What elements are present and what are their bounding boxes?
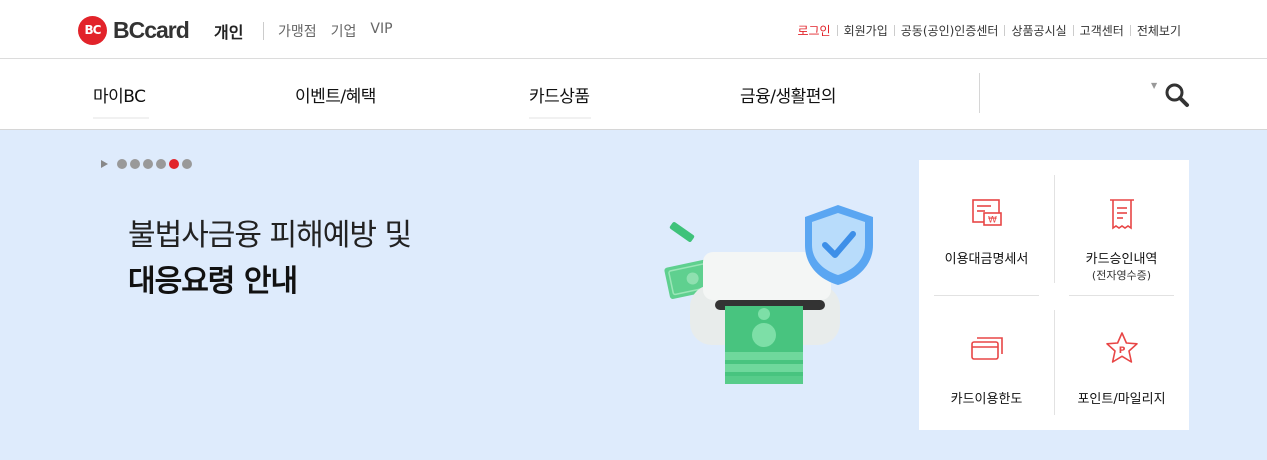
pager-dot[interactable]: [117, 159, 127, 169]
gnb-underline: [93, 117, 149, 119]
pager-dot[interactable]: [156, 159, 166, 169]
certificate-center-link[interactable]: 공동(공인)인증센터: [901, 22, 999, 39]
card-limit-icon: [969, 330, 1005, 366]
utility-links: 로그인 회원가입 공동(공인)인증센터 상품공시실 고객센터 전체보기: [797, 22, 1181, 39]
gnb-underline: [529, 117, 591, 119]
gnb-item-finance[interactable]: 금융/생활편의: [740, 82, 837, 107]
gnb-item-mybc[interactable]: 마이BC: [93, 82, 149, 119]
customer-center-link[interactable]: 고객센터: [1080, 22, 1124, 39]
quick-menu-panel: ₩ 이용대금명세서 카드승인내역 (전자영수증) 카드이용한도 P 포인트/마일…: [919, 160, 1189, 430]
gnb-label: 금융/생활편의: [740, 87, 837, 107]
receipt-icon: [1104, 196, 1140, 232]
pager-dot[interactable]: [143, 159, 153, 169]
signup-link[interactable]: 회원가입: [844, 22, 888, 39]
global-nav: 마이BC 이벤트/혜택 카드상품 금융/생활편의 ▼: [0, 59, 1267, 130]
gnb-label: 카드상품: [529, 87, 590, 107]
top-bar: BC BCcard 개인 가맹점 기업 VIP 로그인 회원가입 공동(공인)인…: [0, 0, 1267, 59]
quick-item-label: 카드이용한도: [950, 392, 1023, 407]
svg-text:₩: ₩: [988, 216, 997, 226]
product-disclosure-link[interactable]: 상품공시실: [1011, 22, 1066, 39]
svg-text:P: P: [1118, 346, 1125, 356]
site-link-corporate[interactable]: 기업: [331, 21, 357, 41]
chevron-down-icon[interactable]: ▼: [1151, 81, 1157, 90]
search-icon[interactable]: [1164, 82, 1190, 108]
gnb-label: 마이BC: [93, 87, 146, 107]
hero-headline-bold[interactable]: 대응요령 안내: [128, 256, 298, 300]
site-link-merchant[interactable]: 가맹점: [278, 21, 317, 41]
bccard-logo[interactable]: BC BCcard: [78, 15, 190, 45]
view-all-link[interactable]: 전체보기: [1137, 22, 1181, 39]
bc-logo-text: BCcard: [113, 16, 190, 43]
divider: [263, 22, 264, 40]
divider: [1004, 25, 1006, 36]
money-printer-illustration: [655, 200, 890, 395]
divider: [1072, 25, 1074, 36]
point-star-icon: P: [1104, 330, 1140, 366]
divider: [979, 73, 980, 113]
site-links: 가맹점 기업 VIP: [278, 21, 393, 41]
pager-dot[interactable]: [182, 159, 192, 169]
divider: [893, 25, 895, 36]
divider: [836, 25, 838, 36]
hero-headline[interactable]: 불법사금융 피해예방 및: [128, 210, 412, 254]
divider: [1129, 25, 1131, 36]
pager-dot-active[interactable]: [169, 159, 179, 169]
site-link-vip[interactable]: VIP: [370, 21, 392, 41]
gnb-item-card-products[interactable]: 카드상품: [529, 82, 591, 119]
quick-item-label: 카드승인내역: [1085, 252, 1158, 267]
banner-pager: [101, 159, 195, 169]
quick-item-label: 이용대금명세서: [944, 252, 1029, 267]
quick-item-card-limit[interactable]: 카드이용한도: [919, 295, 1054, 430]
quick-item-approval[interactable]: 카드승인내역 (전자영수증): [1054, 160, 1189, 295]
pager-dot[interactable]: [130, 159, 140, 169]
quick-item-sublabel: (전자영수증): [1091, 269, 1152, 282]
statement-icon: ₩: [969, 196, 1005, 232]
quick-item-statement[interactable]: ₩ 이용대금명세서: [919, 160, 1054, 295]
quick-item-points[interactable]: P 포인트/마일리지: [1054, 295, 1189, 430]
login-link[interactable]: 로그인: [797, 22, 830, 39]
hero-banner: 불법사금융 피해예방 및 대응요령 안내 ₩ 이용대금명세서 카드승인내역 (전…: [0, 130, 1267, 460]
bc-logo-mark: BC: [78, 15, 107, 45]
gnb-item-events[interactable]: 이벤트/혜택: [295, 82, 376, 107]
play-icon[interactable]: [101, 160, 108, 168]
site-personal[interactable]: 개인: [214, 19, 243, 43]
quick-item-label: 포인트/마일리지: [1077, 392, 1166, 407]
gnb-label: 이벤트/혜택: [295, 87, 376, 107]
